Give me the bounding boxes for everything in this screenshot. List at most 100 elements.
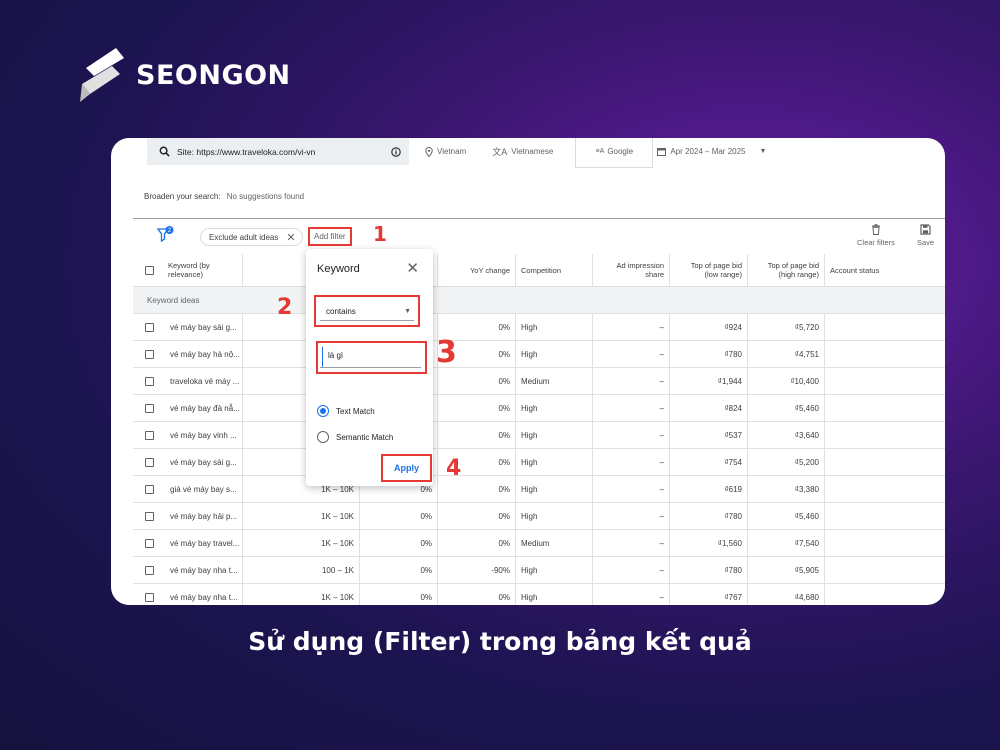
keyword-cell: vé máy bay đà nẵ... [165,395,243,421]
search-engine-selector[interactable]: ≡A Google [575,138,654,168]
account-status-cell [825,584,945,605]
bid-low-cell: ₫767 [670,584,748,605]
brand-name: SEONGON [136,59,291,91]
filter-value-input[interactable]: là gì [316,341,427,374]
chevron-down-icon: ▼ [759,148,767,155]
col-header-bid-low[interactable]: Top of page bid (low range) [670,254,748,286]
radio-semantic-match[interactable]: Semantic Match [317,431,393,443]
table-row[interactable]: vé máy bay hà nộ... 0% High – ₫780 ₫4,751 [133,341,945,368]
location-pin-icon [425,146,433,157]
row-checkbox[interactable] [144,484,154,494]
translate-icon: 文A [492,147,508,157]
table-row[interactable]: vé máy bay nha t... 1K – 10K 0% 0% High – ₫767… [133,584,945,605]
table-row[interactable]: giá vé máy bay s... 1K – 10K 0% 0% High – ₫619… [133,476,945,503]
avg-searches-cell: 100 – 1K [243,557,360,583]
search-icon [159,146,170,157]
row-checkbox[interactable] [144,457,154,467]
row-checkbox[interactable] [144,322,154,332]
divider [133,218,945,219]
radio-text-match-label: Text Match [336,406,375,416]
row-checkbox[interactable] [144,511,154,521]
col-header-account-status[interactable]: Account status [825,254,945,286]
row-checkbox[interactable] [144,430,154,440]
yoy-cell: -90% [438,557,516,583]
table-row[interactable]: vé máy bay sài g... 0% High – ₫924 ₫5,720 [133,314,945,341]
table-row[interactable]: vé máy bay nha t... 100 – 1K 0% -90% High – ₫7… [133,557,945,584]
col-header-ad-share[interactable]: Ad impression share [593,254,670,286]
row-checkbox-cell [133,422,165,448]
language-selector[interactable]: 文A Vietnamese [492,145,553,158]
section-keyword-ideas: Keyword ideas [133,287,945,314]
table-row[interactable]: vé máy bay vinh ... 0% High – ₫537 ₫3,640 [133,422,945,449]
bid-low-cell: ₫754 [670,449,748,475]
row-checkbox[interactable] [144,565,154,575]
date-range-selector[interactable]: Apr 2024 – Mar 2025 ▼ [657,147,766,156]
search-bar: Site: https://www.traveloka.com/vi-vn Vi… [147,138,766,168]
avg-searches-cell: 1K – 10K [243,584,360,605]
select-all-cell [133,254,165,286]
save-icon [920,224,931,235]
bid-low-cell: ₫924 [670,314,748,340]
keyword-cell: vé máy bay nha t... [165,557,243,583]
table-row[interactable]: vé máy bay hải p... 1K – 10K 0% 0% High – ₫780… [133,503,945,530]
col-header-competition[interactable]: Competition [516,254,593,286]
location-selector[interactable]: Vietnam [425,146,466,157]
input-underline [320,367,421,368]
popup-title: Keyword [317,263,360,275]
engine-label: Google [607,146,634,156]
filter-toggle[interactable]: 2 [156,226,175,244]
bid-high-cell: ₫5,200 [748,449,825,475]
dropdown-arrow-icon: ▼ [404,307,411,315]
caption: Sử dụng (Filter) trong bảng kết quả [248,627,752,656]
account-status-cell [825,341,945,367]
filter-chip-label: Exclude adult ideas [209,232,279,242]
operator-select[interactable]: contains ▼ [314,295,420,327]
step-number-2: 2 [277,295,293,320]
filter-chip-exclude-adult[interactable]: Exclude adult ideas ✕ [200,228,303,246]
save-button[interactable]: Save [917,224,934,247]
select-all-checkbox[interactable] [144,265,154,275]
col-header-bid-high[interactable]: Top of page bid (high range) [748,254,825,286]
account-status-cell [825,530,945,556]
table-row[interactable]: vé máy bay travel... 1K – 10K 0% 0% Medium – ₫… [133,530,945,557]
broaden-value: No suggestions found [226,192,305,201]
site-search-field[interactable]: Site: https://www.traveloka.com/vi-vn [147,138,409,165]
row-checkbox[interactable] [144,349,154,359]
table-body: vé máy bay sài g... 0% High – ₫924 ₫5,720 vé m… [133,314,945,605]
row-checkbox[interactable] [144,403,154,413]
keyword-cell: vé máy bay hà nộ... [165,341,243,367]
row-checkbox[interactable] [144,538,154,548]
col-header-keyword[interactable]: Keyword (by relevance) [165,254,243,286]
apply-button[interactable]: Apply [381,454,432,482]
close-icon[interactable]: ✕ [406,259,419,277]
clear-filters-button[interactable]: Clear filters [857,224,895,247]
step-number-4: 4 [446,456,462,481]
network-icon: ≡A [595,147,605,155]
competition-cell: High [516,476,593,502]
bid-high-cell: ₫4,751 [748,341,825,367]
table-row[interactable]: vé máy bay sài g... 0% High – ₫754 ₫5,200 [133,449,945,476]
close-icon[interactable]: ✕ [286,231,295,244]
avg-searches-cell: 1K – 10K [243,530,360,556]
competition-cell: High [516,503,593,529]
add-filter-button[interactable]: Add filter [308,227,352,246]
yoy-cell: 0% [438,530,516,556]
keyword-filter-popup: Keyword ✕ contains ▼ là gì Text Match Se… [306,249,433,486]
ad-share-cell: – [593,395,670,421]
keyword-cell: vé máy bay hải p... [165,503,243,529]
table-row[interactable]: traveloka vé máy ... 0% Medium – ₫1,944 ₫10,4… [133,368,945,395]
three-month-cell: 0% [360,584,438,605]
row-checkbox[interactable] [144,592,154,602]
col-header-yoy[interactable]: YoY change [438,254,516,286]
info-icon[interactable] [391,146,401,157]
row-checkbox-cell [133,314,165,340]
keyword-table: Keyword (by relevance) Avg. mon YoY chan… [133,254,945,605]
keyword-cell: vé máy bay sài g... [165,449,243,475]
filter-funnel-icon: 2 [156,226,174,243]
row-checkbox[interactable] [144,376,154,386]
competition-cell: High [516,314,593,340]
row-checkbox-cell [133,503,165,529]
radio-empty-icon [317,431,329,443]
radio-text-match[interactable]: Text Match [317,405,375,417]
table-row[interactable]: vé máy bay đà nẵ... 0% High – ₫824 ₫5,460 [133,395,945,422]
